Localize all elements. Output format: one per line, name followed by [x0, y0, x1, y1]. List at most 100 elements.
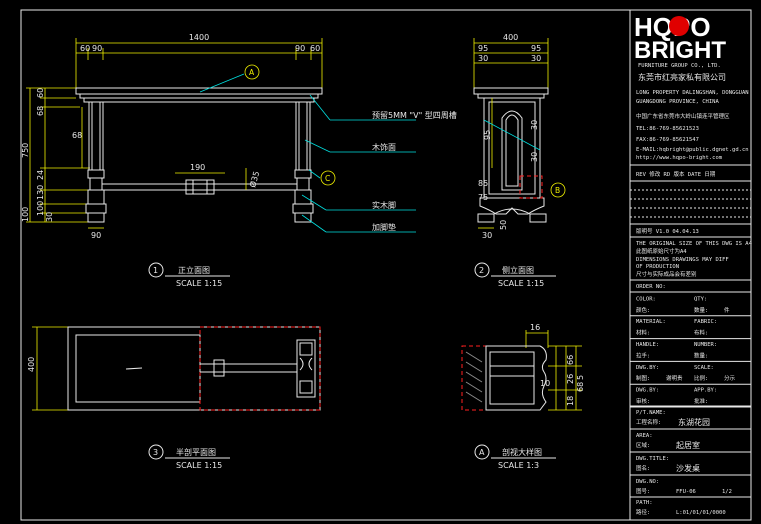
- project-label: P/T.NAME:: [636, 410, 666, 416]
- view-2-number: 2: [479, 266, 484, 275]
- company-logo: HQPO BRIGHT FURNITURE GROUP CO., LTD. 东莞…: [634, 12, 726, 82]
- field-label: DWG.BY:: [636, 365, 659, 371]
- field-label: 布料:: [694, 329, 708, 337]
- side-dim-75: 75: [478, 193, 488, 202]
- info-line: LONG PROPERTY DALINGSHAN, DONGGUAN: [636, 90, 749, 96]
- dim-30-h: 30: [45, 212, 54, 222]
- note-line: OF PRODUCTION: [636, 264, 679, 270]
- detail-dim-66: 66: [566, 355, 575, 365]
- dwg-page-value: 1/2: [722, 489, 732, 495]
- dim-60-right: 60: [310, 44, 320, 53]
- detail-dim-16: 16: [530, 323, 540, 332]
- front-elevation: 1400 60 90 90 60 750 60 68 24 130 100 30…: [21, 33, 457, 288]
- plan-dim-400: 400: [27, 357, 36, 372]
- dwg-no-label: DWG.NO:: [636, 479, 659, 485]
- dim-60-left: 60: [80, 44, 90, 53]
- dim-24: 24: [36, 170, 45, 180]
- side-dim-30-right: 30: [531, 54, 541, 63]
- cad-drawing-canvas: 1400 60 90 90 60 750 60 68 24 130 100 30…: [20, 9, 753, 521]
- note-foot-pad: 加脚垫: [372, 222, 396, 232]
- side-dim-30-bottom: 30: [482, 231, 492, 240]
- callout-b-label: B: [555, 186, 560, 195]
- field-label: 材料:: [636, 329, 650, 337]
- area-value: 起居室: [676, 440, 700, 450]
- field-label: 批准:: [694, 397, 708, 405]
- view-a-number: A: [479, 448, 485, 457]
- field-label: 拉手:: [636, 351, 650, 359]
- side-dim-95-v: 95: [483, 130, 492, 140]
- side-dim-30b-v: 30: [530, 152, 539, 162]
- order-no-label: ORDER NO:: [636, 284, 666, 290]
- area-label: AREA:: [636, 433, 653, 439]
- field-value: 分示: [724, 374, 736, 382]
- detail-dim-18: 18: [566, 396, 575, 406]
- dim-100-a: 100: [36, 201, 45, 216]
- side-dim-30-left: 30: [478, 54, 488, 63]
- path-label-cn: 路径:: [636, 508, 650, 516]
- dim-60-h: 60: [36, 88, 45, 98]
- dwg-title-label: DWG.TITLE:: [636, 456, 669, 462]
- note-line: 此图纸原始尺寸为A4: [636, 247, 687, 255]
- field-label: 制图:: [636, 374, 650, 382]
- side-dim-50: 50: [499, 220, 508, 230]
- side-dim-95-left: 95: [478, 44, 488, 53]
- view-2-scale: SCALE 1:15: [498, 279, 544, 288]
- field-label: COLOR:: [636, 296, 656, 302]
- path-value: L:01/01/01/0000: [676, 510, 726, 516]
- callout-c-label: C: [325, 174, 330, 183]
- note-line: THE ORIGINAL SIZE OF THIS DWG IS A4: [636, 241, 753, 247]
- company-name-en: FURNITURE GROUP CO., LTD.: [638, 63, 721, 69]
- field-label: 比例:: [694, 374, 708, 382]
- dim-90-left: 90: [92, 44, 102, 53]
- view-1-number: 1: [153, 266, 158, 275]
- info-line: 中国广东省东莞市大岭山镇连平管理区: [636, 112, 730, 120]
- info-line: E-MAIL:hqbright@public.dgnet.gd.cn: [636, 147, 749, 153]
- side-dim-85: 85: [478, 179, 488, 188]
- revision-header: REV 修改 RD 版本 DATE 日期: [636, 170, 716, 178]
- view-3-number: 3: [153, 448, 158, 457]
- side-dim-30-v: 30: [530, 120, 539, 130]
- field-label: MATERIAL:: [636, 319, 666, 325]
- project-name-value: 东湖花园: [678, 417, 710, 427]
- dim-68-leg: 68: [72, 131, 82, 140]
- detail-dim-26: 26: [566, 374, 575, 384]
- detail-section-boundary: [461, 345, 487, 411]
- path-label: PATH:: [636, 500, 653, 506]
- company-info: LONG PROPERTY DALINGSHAN, DONGGUAN GUANG…: [636, 90, 749, 161]
- info-line: GUANGDONG PROVINCE, CHINA: [636, 99, 719, 105]
- field-label: 颜色:: [636, 306, 650, 314]
- field-label: 审核:: [636, 397, 650, 405]
- dim-130: 130: [36, 185, 45, 200]
- logo-red-o-icon: [669, 16, 689, 36]
- dwg-title-value: 沙发桌: [676, 463, 700, 473]
- drawing-notes: THE ORIGINAL SIZE OF THIS DWG IS A4 此图纸原…: [636, 241, 753, 278]
- project-name-label: 工程名称:: [636, 418, 661, 426]
- dim-190: 190: [190, 163, 205, 172]
- field-label: 数量:: [694, 306, 708, 314]
- note-line: DIMENSIONS DRAWINGS MAY DIFF: [636, 257, 729, 263]
- field-label: FABRIC:: [694, 319, 717, 325]
- dwg-no-value: FFU-06: [676, 489, 696, 495]
- view-3-scale: SCALE 1:15: [176, 461, 222, 470]
- view-2-title: 侧立面图: [502, 265, 534, 275]
- title-block: HQPO BRIGHT FURNITURE GROUP CO., LTD. 东莞…: [630, 12, 753, 516]
- field-label: DWG.BY:: [636, 388, 659, 394]
- dwg-title-label-cn: 图名:: [636, 464, 650, 472]
- detail-dim-68: 68: [576, 382, 585, 392]
- info-line: TEL:86-769-85621523: [636, 126, 699, 132]
- spec-fields: COLOR: QTY: 颜色: 数量: 件 MATERIAL: FABRIC: 材料: 布料: H…: [630, 296, 751, 408]
- dim-1400: 1400: [189, 33, 209, 42]
- dim-90-right: 90: [295, 44, 305, 53]
- field-label: SCALE:: [694, 365, 714, 371]
- note-line: 尺寸与实际成品会有差别: [636, 270, 697, 278]
- info-line: FAX:86-769-85621547: [636, 137, 699, 143]
- plan-section-boundary: [199, 326, 321, 411]
- callout-a-label: A: [249, 68, 255, 77]
- field-label: QTY:: [694, 296, 707, 302]
- version-row: 版明号 V1.0 04.04.13: [636, 227, 699, 235]
- area-label-cn: 区域:: [636, 441, 650, 449]
- detail-a-section: 16 66 26 5 68 18 10 A 剖视大样图 SCALE 1:3: [461, 323, 585, 470]
- note-solid-wood-leg: 实木脚: [372, 200, 396, 210]
- side-elevation: 400 95 95 30 30 B 95 30 30 85 75 30 50 2…: [473, 33, 566, 288]
- note-wood-veneer: 木饰面: [372, 142, 396, 152]
